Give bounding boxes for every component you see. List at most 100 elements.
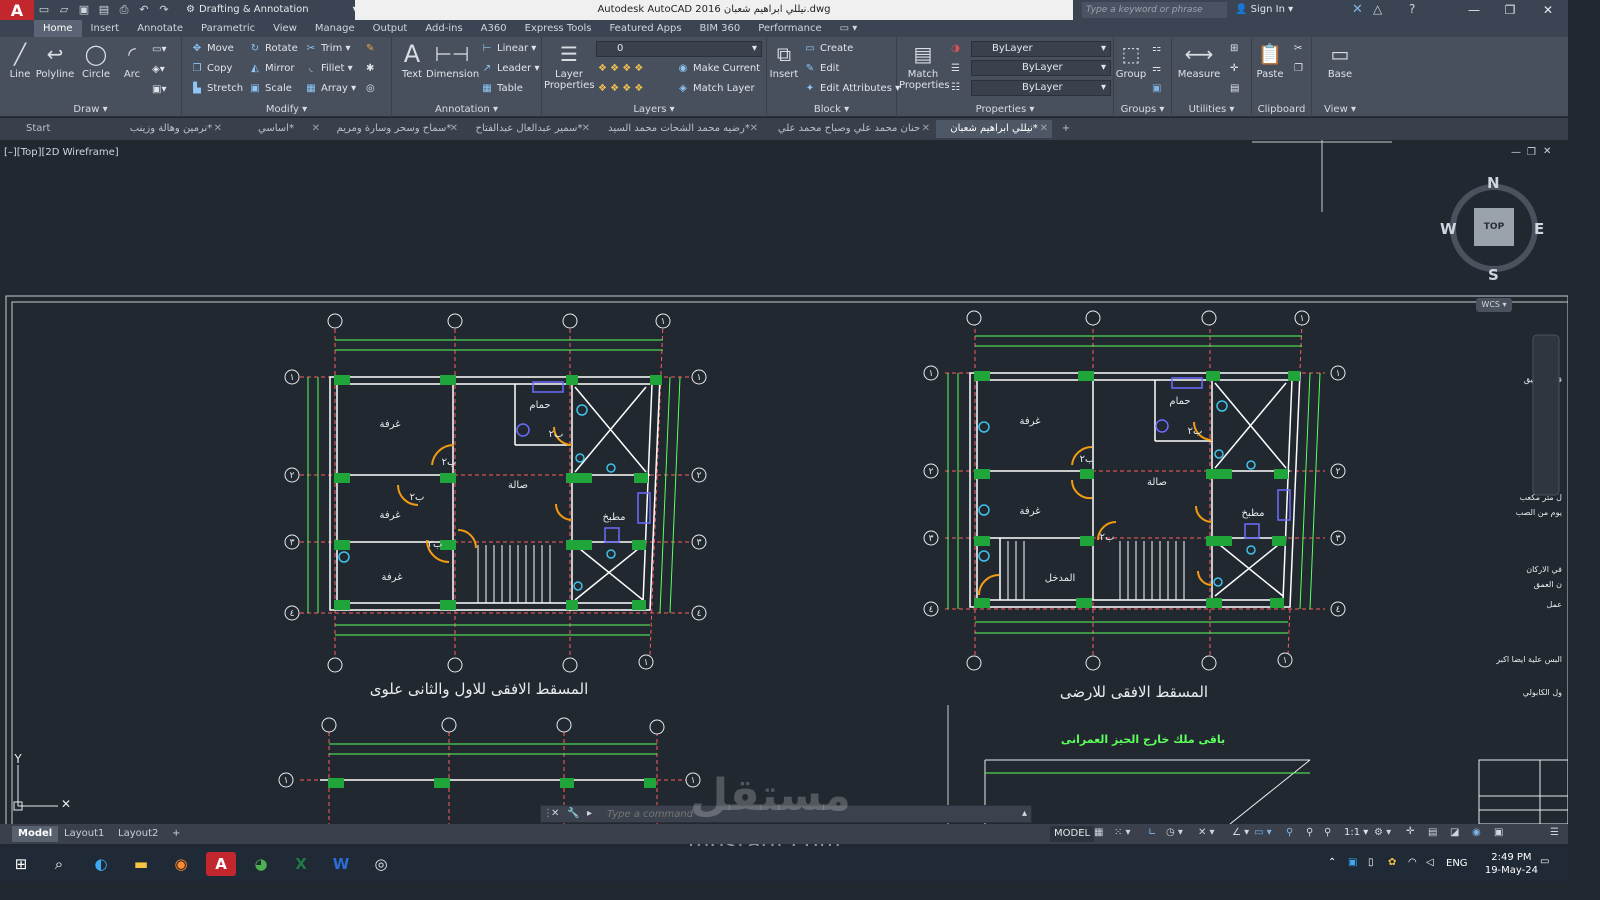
doc-tab[interactable]: سماح وسحر وسارة ومريم* ✕ xyxy=(326,120,462,138)
hardware-accel-icon[interactable]: ◉ xyxy=(1472,827,1481,838)
quick-properties-icon[interactable]: ▤ xyxy=(1428,827,1437,838)
compass-west[interactable]: W xyxy=(1440,220,1457,238)
wcs-menu[interactable]: WCS ▾ xyxy=(1476,298,1512,312)
ortho-icon[interactable]: ∟ xyxy=(1148,827,1156,838)
tab-output[interactable]: Output xyxy=(364,20,417,37)
edit-block-button[interactable]: ✎ Edit xyxy=(803,60,840,78)
dimension-button[interactable]: ⊢⊣ Dimension xyxy=(426,41,479,80)
print-icon[interactable]: ⎙ xyxy=(116,3,132,17)
a360-icon[interactable]: △ xyxy=(1373,2,1382,16)
navcube-top-face[interactable]: TOP xyxy=(1474,208,1514,246)
isodraft-icon[interactable]: ✕ ▾ xyxy=(1198,827,1215,838)
panel-title-groups[interactable]: Groups ▾ xyxy=(1114,104,1171,115)
exchange-icon[interactable]: ✕ xyxy=(1352,2,1363,17)
sign-in-button[interactable]: 👤 Sign In ▾ xyxy=(1235,2,1293,18)
panel-title-block[interactable]: Block ▾ xyxy=(767,104,896,115)
open-file-icon[interactable]: ▱ xyxy=(56,3,72,17)
tab-layout1[interactable]: Layout1 xyxy=(58,826,110,842)
offset-icon[interactable]: ◎ xyxy=(366,80,375,98)
move-button[interactable]: ✥ Move xyxy=(190,40,234,58)
edit-attributes-button[interactable]: ✦ Edit Attributes ▾ xyxy=(803,80,900,98)
customize-icon[interactable]: ☰ xyxy=(1550,827,1559,838)
help-icon[interactable]: ? xyxy=(1409,2,1415,16)
autocad-logo-icon[interactable]: A xyxy=(0,0,34,20)
group-edit-icon[interactable]: ⚎ xyxy=(1152,60,1161,78)
lineweight-toggle-icon[interactable]: ▭ ▾ xyxy=(1254,827,1272,838)
save-icon[interactable]: ▣ xyxy=(76,3,92,17)
object-snap-icon[interactable]: ∠ ▾ xyxy=(1232,827,1249,838)
create-block-button[interactable]: ▭ Create xyxy=(803,40,853,58)
ungroup-icon[interactable]: ⚏ xyxy=(1152,40,1161,58)
close-tab-icon[interactable]: ✕ xyxy=(214,120,222,138)
tab-add-ins[interactable]: Add-ins xyxy=(416,20,471,37)
panel-title-layers[interactable]: Layers ▾ xyxy=(542,104,766,115)
panel-title-properties[interactable]: Properties ▾ xyxy=(897,104,1113,115)
tray-chevron-icon[interactable]: ⌃ xyxy=(1328,857,1336,868)
ribbon-minimize-icon[interactable]: ▭ ▾ xyxy=(831,20,867,37)
tab-view[interactable]: View xyxy=(264,20,306,37)
annotation-scale-value[interactable]: 1:1 ▾ xyxy=(1344,827,1368,838)
panel-title-modify[interactable]: Modify ▾ xyxy=(182,104,391,115)
tab-express-tools[interactable]: Express Tools xyxy=(516,20,601,37)
trim-button[interactable]: ✂ Trim ▾ xyxy=(304,40,351,58)
make-current-button[interactable]: ◉ Make Current xyxy=(676,60,760,78)
drawing-canvas[interactable]: غرفة غرفة غرفة صالة مطبخ حمام ب٢ ب٢ ب٢ ب… xyxy=(0,140,1568,824)
windows-start-icon[interactable]: ⊞ xyxy=(8,852,34,876)
save-as-icon[interactable]: ▤ xyxy=(96,3,112,17)
circle-button[interactable]: ◯ Circle xyxy=(76,41,116,80)
group-select-icon[interactable]: ▣ xyxy=(1152,80,1161,98)
minimize-button[interactable]: — xyxy=(1456,0,1492,20)
linear-button[interactable]: ⊢ Linear ▾ xyxy=(480,40,537,58)
tray-usb-icon[interactable]: ▯ xyxy=(1368,857,1374,868)
hatch-icon[interactable]: ◈▾ xyxy=(152,61,165,79)
new-tab-button[interactable]: + xyxy=(1056,120,1076,138)
clean-screen-icon[interactable]: ▣ xyxy=(1494,827,1503,838)
tab-performance[interactable]: Performance xyxy=(749,20,830,37)
match-properties-button[interactable]: ▤ Match Properties xyxy=(899,41,950,91)
close-tab-icon[interactable]: ✕ xyxy=(750,120,758,138)
scale-button[interactable]: ▣ Scale xyxy=(248,80,292,98)
linetype-dropdown[interactable]: ByLayer ▾ xyxy=(971,60,1111,76)
file-explorer-icon[interactable]: ▬ xyxy=(128,852,154,876)
doc-tab[interactable]: اساسي* ✕ xyxy=(228,120,324,138)
workspace-switch-icon[interactable]: ⚙ ▾ xyxy=(1374,827,1391,838)
compass-east[interactable]: E xyxy=(1534,220,1544,238)
layer-tools-icon[interactable]: ❖ ❖ ❖ ❖ xyxy=(598,60,643,78)
panel-title-utilities[interactable]: Utilities ▾ xyxy=(1172,104,1251,115)
undo-icon[interactable]: ↶ xyxy=(136,3,152,17)
match-layer-button[interactable]: ◈ Match Layer xyxy=(676,80,754,98)
panel-title-annotation[interactable]: Annotation ▾ xyxy=(392,104,541,115)
fillet-button[interactable]: ◟ Fillet ▾ xyxy=(304,60,353,78)
maximize-button[interactable]: ❐ xyxy=(1492,0,1528,20)
lineweight-dropdown[interactable]: ByLayer ▾ xyxy=(971,80,1111,96)
panel-title-clipboard[interactable]: Clipboard xyxy=(1252,104,1311,115)
firefox-icon[interactable]: ◉ xyxy=(168,852,194,876)
snap-icon[interactable]: ⁙ ▾ xyxy=(1114,827,1131,838)
annotation-scale-icon[interactable]: ⚲ xyxy=(1306,827,1313,838)
rotate-button[interactable]: ↻ Rotate xyxy=(248,40,298,58)
arc-button[interactable]: ◜ Arc xyxy=(112,41,152,80)
workspace-dropdown[interactable]: ⚙ Drafting & Annotation ▾ xyxy=(180,2,364,18)
search-input[interactable]: Type a keyword or phrase xyxy=(1082,2,1227,18)
copy-button[interactable]: ❐ Copy xyxy=(190,60,233,78)
cmd-history-icon[interactable]: ▴ xyxy=(1022,808,1027,819)
compass-north[interactable]: N xyxy=(1487,174,1500,192)
clock[interactable]: 2:49 PM 19-May-24 xyxy=(1485,851,1538,877)
app-icon[interactable]: ◎ xyxy=(368,852,394,876)
tab-annotate[interactable]: Annotate xyxy=(128,20,192,37)
mirror-button[interactable]: ◭ Mirror xyxy=(248,60,294,78)
insert-button[interactable]: ⧉ Insert xyxy=(767,41,801,80)
tab-insert[interactable]: Insert xyxy=(82,20,129,37)
color-dropdown[interactable]: ByLayer ▾ xyxy=(971,41,1111,57)
doc-tab[interactable]: سمير عبدالعال عبدالفتاح* ✕ xyxy=(464,120,594,138)
point-icon[interactable]: ✛ xyxy=(1230,60,1238,78)
close-tab-icon[interactable]: ✕ xyxy=(450,120,458,138)
layer-tools-2-icon[interactable]: ❖ ❖ ❖ ❖ xyxy=(598,80,643,98)
model-space-toggle[interactable]: MODEL xyxy=(1050,826,1095,842)
close-tab-icon[interactable]: ✕ xyxy=(922,120,930,138)
tray-color-icon[interactable]: ✿ xyxy=(1388,857,1396,868)
annotation-autoscale-icon[interactable]: ⚲ xyxy=(1324,827,1331,838)
redo-icon[interactable]: ↷ xyxy=(156,3,172,17)
word-icon[interactable]: W xyxy=(328,852,354,876)
autocad-taskbar-icon[interactable]: A xyxy=(206,852,236,876)
